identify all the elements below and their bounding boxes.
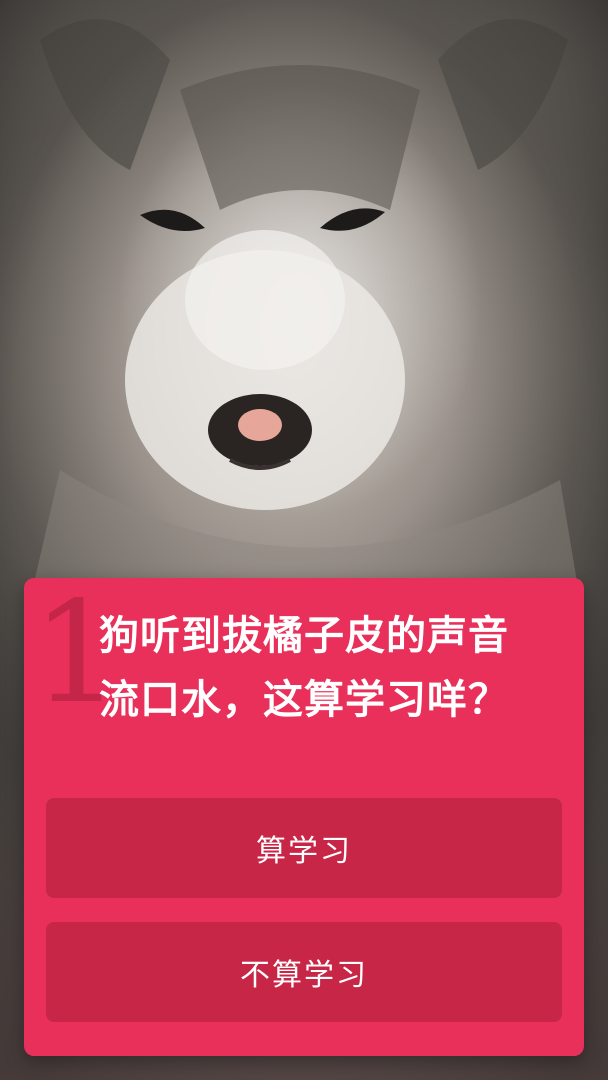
answer-option-learning[interactable]: 算学习 <box>46 798 562 898</box>
quiz-card: 1 狗听到拔橘子皮的声音 流口水，这算学习咩？ 算学习 不算学习 <box>24 578 584 1056</box>
question-line-2: 流口水，这算学习咩？ <box>99 677 509 723</box>
question-text: 狗听到拔橘子皮的声音 流口水，这算学习咩？ <box>44 604 564 732</box>
quiz-screen: 1 狗听到拔橘子皮的声音 流口水，这算学习咩？ 算学习 不算学习 <box>0 0 608 1080</box>
answer-option-not-learning[interactable]: 不算学习 <box>46 922 562 1022</box>
question-line-1: 狗听到拔橘子皮的声音 <box>99 613 509 659</box>
